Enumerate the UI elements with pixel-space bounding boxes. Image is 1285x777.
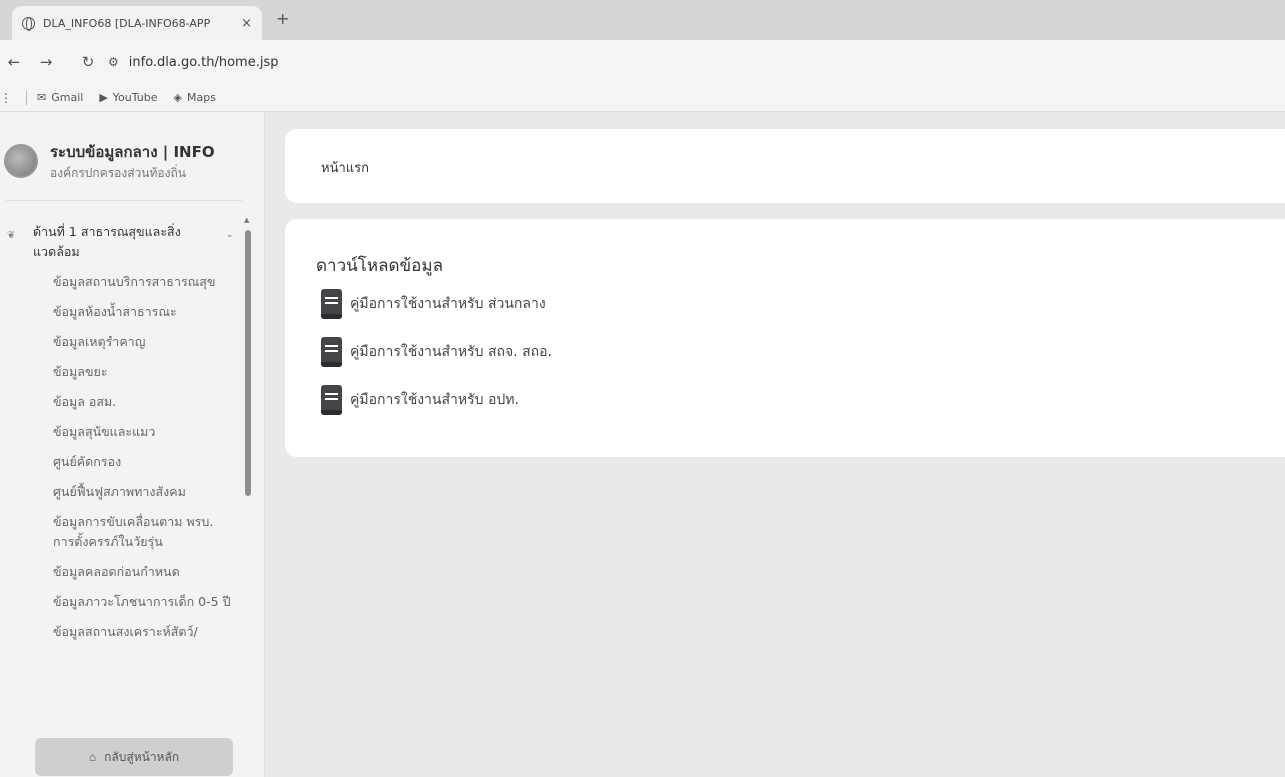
brand-title: ระบบข้อมูลกลาง | INFO (50, 143, 215, 161)
menu-item[interactable]: ข้อมูลเหตุรำคาญ (53, 332, 238, 352)
breadcrumb-card: หน้าแรก (285, 129, 1285, 203)
download-link-label: คู่มือการใช้งานสำหรับ ส่วนกลาง (350, 296, 546, 312)
menu-item[interactable]: ข้อมูลการขับเคลื่อนตาม พรบ. การตั้งครรภ์… (53, 512, 238, 552)
brand[interactable]: ระบบข้อมูลกลาง | INFO องค์กรปกครองส่วนท้… (0, 134, 265, 194)
breadcrumb[interactable]: หน้าแรก (321, 157, 369, 178)
download-link-provincial[interactable]: คู่มือการใช้งานสำหรับ สถจ. สถอ. (321, 337, 552, 367)
back-to-home-button[interactable]: ⌂ กลับสู่หน้าหลัก (35, 738, 233, 776)
site-settings-icon[interactable]: ⚙ (108, 55, 119, 69)
tab-title: DLA_INFO68 [DLA-INFO68-APP (43, 16, 211, 30)
menu-item[interactable]: ข้อมูล อสม. (53, 392, 238, 412)
menu-item[interactable]: ข้อมูลห้องน้ำสาธารณะ (53, 302, 238, 322)
download-link-label: คู่มือการใช้งานสำหรับ สถจ. สถอ. (350, 344, 552, 360)
globe-icon (22, 16, 35, 31)
dla-logo-icon (4, 144, 38, 178)
download-card: ดาวน์โหลดข้อมูล คู่มือการใช้งานสำหรับ ส่… (285, 219, 1285, 457)
url-text: info.dla.go.th/home.jsp (128, 54, 279, 70)
browser-tab[interactable]: DLA_INFO68 [DLA-INFO68-APP × (12, 6, 262, 40)
bookmark-gmail[interactable]: ✉ Gmail (37, 91, 83, 104)
menu-item[interactable]: ศูนย์ฟื้นฟูสภาพทางสังคม (53, 482, 238, 502)
menu-item[interactable]: ข้อมูลภาวะโภชนาการเด็ก 0-5 ปี (53, 592, 238, 612)
menu-item[interactable]: ข้อมูลคลอดก่อนกำหนด (53, 562, 238, 582)
close-icon[interactable]: × (241, 16, 252, 31)
menu-items: ข้อมูลสถานบริการสาธารณสุข ข้อมูลห้องน้ำส… (53, 272, 238, 652)
gmail-icon: ✉ (37, 91, 47, 104)
address-bar[interactable]: ⚙ info.dla.go.th/home.jsp (108, 48, 1285, 76)
download-link-local[interactable]: คู่มือการใช้งานสำหรับ อปท. (321, 385, 519, 415)
brand-subtitle: องค์กรปกครองส่วนท้องถิ่น (50, 166, 186, 180)
main-content: หน้าแรก ดาวน์โหลดข้อมูล คู่มือการใช้งานส… (266, 112, 1285, 777)
home-icon: ⌂ (88, 750, 97, 764)
reload-button[interactable]: ↻ (74, 53, 102, 71)
menu-item[interactable]: ข้อมูลขยะ (53, 362, 238, 382)
bookmarks-bar: ⋮ ✉ Gmail ▶ YouTube ◈ Maps (0, 84, 1285, 112)
chevron-down-icon[interactable]: ⌄ (226, 230, 234, 240)
bookmark-youtube[interactable]: ▶ YouTube (99, 91, 157, 104)
browser-toolbar: ← → ↻ ⚙ info.dla.go.th/home.jsp (0, 40, 1285, 84)
menu-item[interactable]: ข้อมูลสถานสงเคราะห์สัตว์/ (53, 622, 238, 642)
back-button[interactable]: ← (0, 53, 28, 71)
bookmark-maps[interactable]: ◈ Maps (174, 91, 216, 104)
bookmark-separator (26, 90, 27, 105)
maps-icon: ◈ (173, 91, 182, 104)
home-button-label: กลับสู่หน้าหลัก (104, 749, 180, 764)
document-icon (321, 385, 342, 415)
menu-item[interactable]: ศูนย์คัดกรอง (53, 452, 238, 472)
browser-tabstrip: DLA_INFO68 [DLA-INFO68-APP × + (0, 0, 1285, 40)
download-link-central[interactable]: คู่มือการใช้งานสำหรับ ส่วนกลาง (321, 289, 546, 319)
scroll-up-icon[interactable]: ▲ (244, 216, 249, 224)
sidebar-menu: ❦ ด้านที่ 1 สาธารณสุขและสิ่งแวดล้อม ⌄ ข้… (0, 212, 250, 717)
download-title: ดาวน์โหลดข้อมูล (316, 256, 444, 276)
leaf-icon: ❦ (7, 230, 16, 241)
forward-button[interactable]: → (32, 53, 60, 71)
document-icon (321, 289, 342, 319)
download-link-label: คู่มือการใช้งานสำหรับ อปท. (350, 392, 519, 408)
brand-divider (6, 200, 242, 201)
new-tab-button[interactable]: + (276, 9, 289, 28)
sidebar-scrollbar-thumb[interactable] (245, 230, 251, 496)
menu-item[interactable]: ข้อมูลสุนัขและแมว (53, 422, 238, 442)
menu-item[interactable]: ข้อมูลสถานบริการสาธารณสุข (53, 272, 238, 292)
youtube-icon: ▶ (99, 91, 108, 104)
menu-group-label: ด้านที่ 1 สาธารณสุขและสิ่งแวดล้อม (33, 224, 181, 259)
sidebar: ระบบข้อมูลกลาง | INFO องค์กรปกครองส่วนท้… (0, 112, 265, 777)
document-icon (321, 337, 342, 367)
apps-icon[interactable]: ⋮ (0, 91, 12, 105)
